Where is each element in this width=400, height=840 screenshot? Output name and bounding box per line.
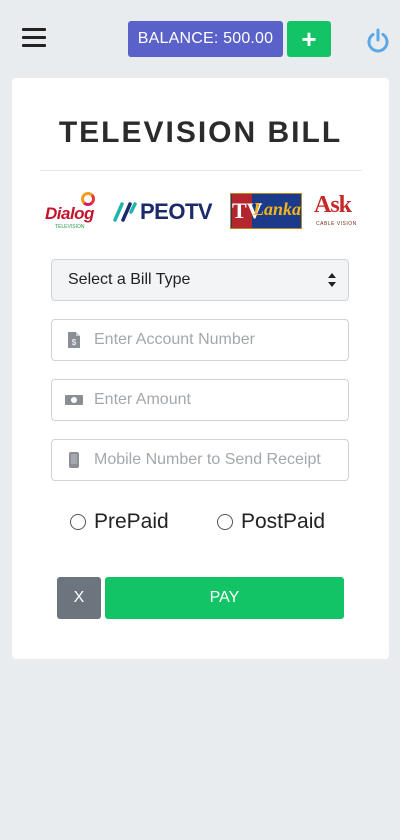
postpaid-radio-button[interactable] — [217, 514, 233, 530]
pay-button[interactable]: PAY — [105, 577, 344, 619]
prepaid-radio[interactable]: PrePaid — [70, 508, 190, 538]
cancel-button[interactable]: X — [57, 577, 101, 619]
peotv-logo[interactable]: PEOTV — [112, 190, 220, 230]
amount-field[interactable] — [51, 379, 349, 421]
bill-type-select-value: Select a Bill Type — [68, 271, 191, 288]
mobile-icon — [69, 452, 79, 468]
postpaid-label[interactable]: PostPaid — [241, 510, 325, 534]
page-title: TELEVISION BILL — [58, 116, 343, 149]
payment-type-group: PrePaid PostPaid — [12, 508, 389, 538]
power-icon[interactable] — [364, 27, 392, 55]
svg-text:$: $ — [72, 338, 77, 347]
balance-button[interactable]: BALANCE: 500.00 — [128, 21, 283, 57]
bill-payment-card: TELEVISION BILL Dialog TELEVISION PEOTV … — [12, 78, 389, 659]
dialog-logo[interactable]: Dialog TELEVISION — [43, 190, 103, 230]
postpaid-radio[interactable]: PostPaid — [217, 508, 347, 538]
account-number-input[interactable] — [94, 320, 334, 360]
ask-cablevision-logo[interactable]: Ask CABLE VISION — [312, 190, 358, 230]
menu-icon[interactable] — [22, 28, 46, 48]
mobile-number-input[interactable] — [94, 440, 334, 480]
divider — [40, 170, 362, 171]
mobile-number-field[interactable] — [51, 439, 349, 481]
money-icon — [65, 395, 83, 405]
sort-arrows-icon — [328, 273, 336, 287]
account-number-field[interactable]: $ — [51, 319, 349, 361]
prepaid-label[interactable]: PrePaid — [94, 510, 169, 534]
document-icon: $ — [68, 332, 80, 348]
bill-type-select[interactable]: Select a Bill Type — [51, 259, 349, 301]
tvlanka-logo[interactable]: TV Lanka — [230, 193, 302, 229]
peotv-mark-icon — [113, 202, 137, 222]
top-bar: BALANCE: 500.00 + — [0, 0, 400, 76]
add-balance-button[interactable]: + — [287, 21, 331, 57]
amount-input[interactable] — [94, 380, 334, 420]
provider-logos: Dialog TELEVISION PEOTV TV Lanka Ask CAB… — [12, 190, 389, 230]
prepaid-radio-button[interactable] — [70, 514, 86, 530]
